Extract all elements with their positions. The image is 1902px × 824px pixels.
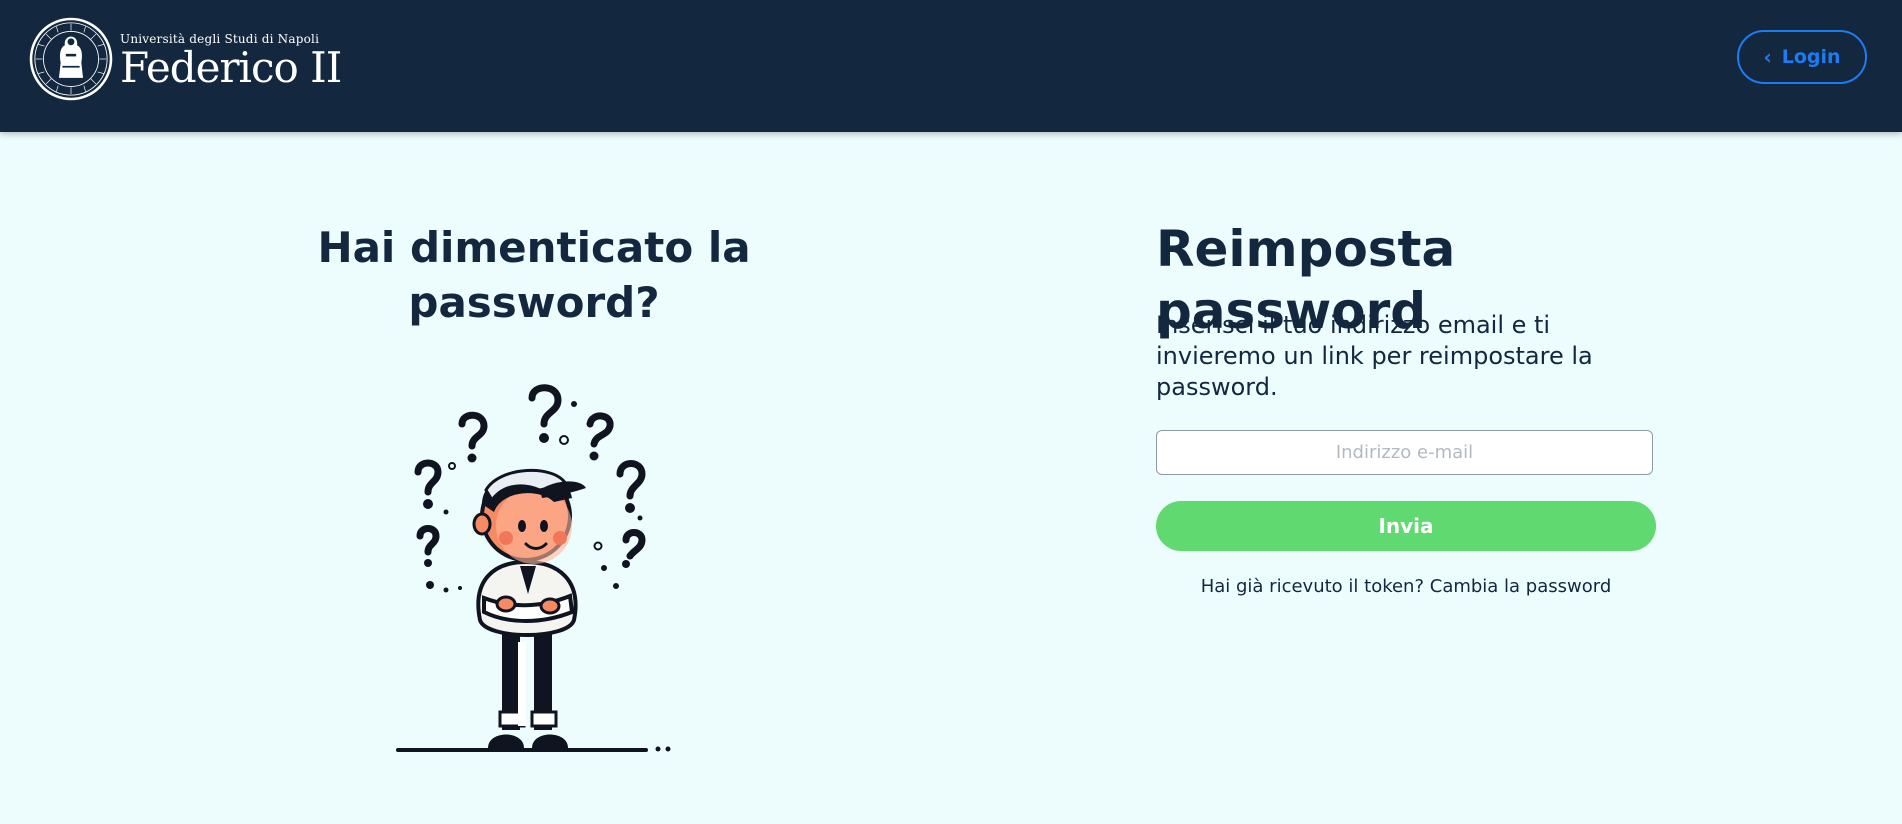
email-field[interactable] xyxy=(1156,430,1653,475)
forgot-password-heading: Hai dimenticato la password? xyxy=(317,223,751,327)
university-logo[interactable]: Università degli Studi di Napoli Federic… xyxy=(28,14,342,104)
university-seal-icon xyxy=(29,17,113,101)
change-password-link[interactable]: Hai già ricevuto il token? Cambia la pas… xyxy=(1156,576,1656,597)
send-button[interactable]: Invia xyxy=(1156,501,1656,551)
university-name: Federico II xyxy=(120,43,342,92)
login-button[interactable]: ‹ Login xyxy=(1737,30,1867,84)
send-button-label: Invia xyxy=(1378,514,1434,538)
top-navbar: Università degli Studi di Napoli Federic… xyxy=(0,0,1902,132)
login-label: Login xyxy=(1781,46,1841,68)
reset-instructions: Inserisci il tuo indirizzo email e ti in… xyxy=(1156,311,1593,401)
confused-person-illustration xyxy=(396,384,671,752)
chevron-left-icon: ‹ xyxy=(1763,45,1772,69)
